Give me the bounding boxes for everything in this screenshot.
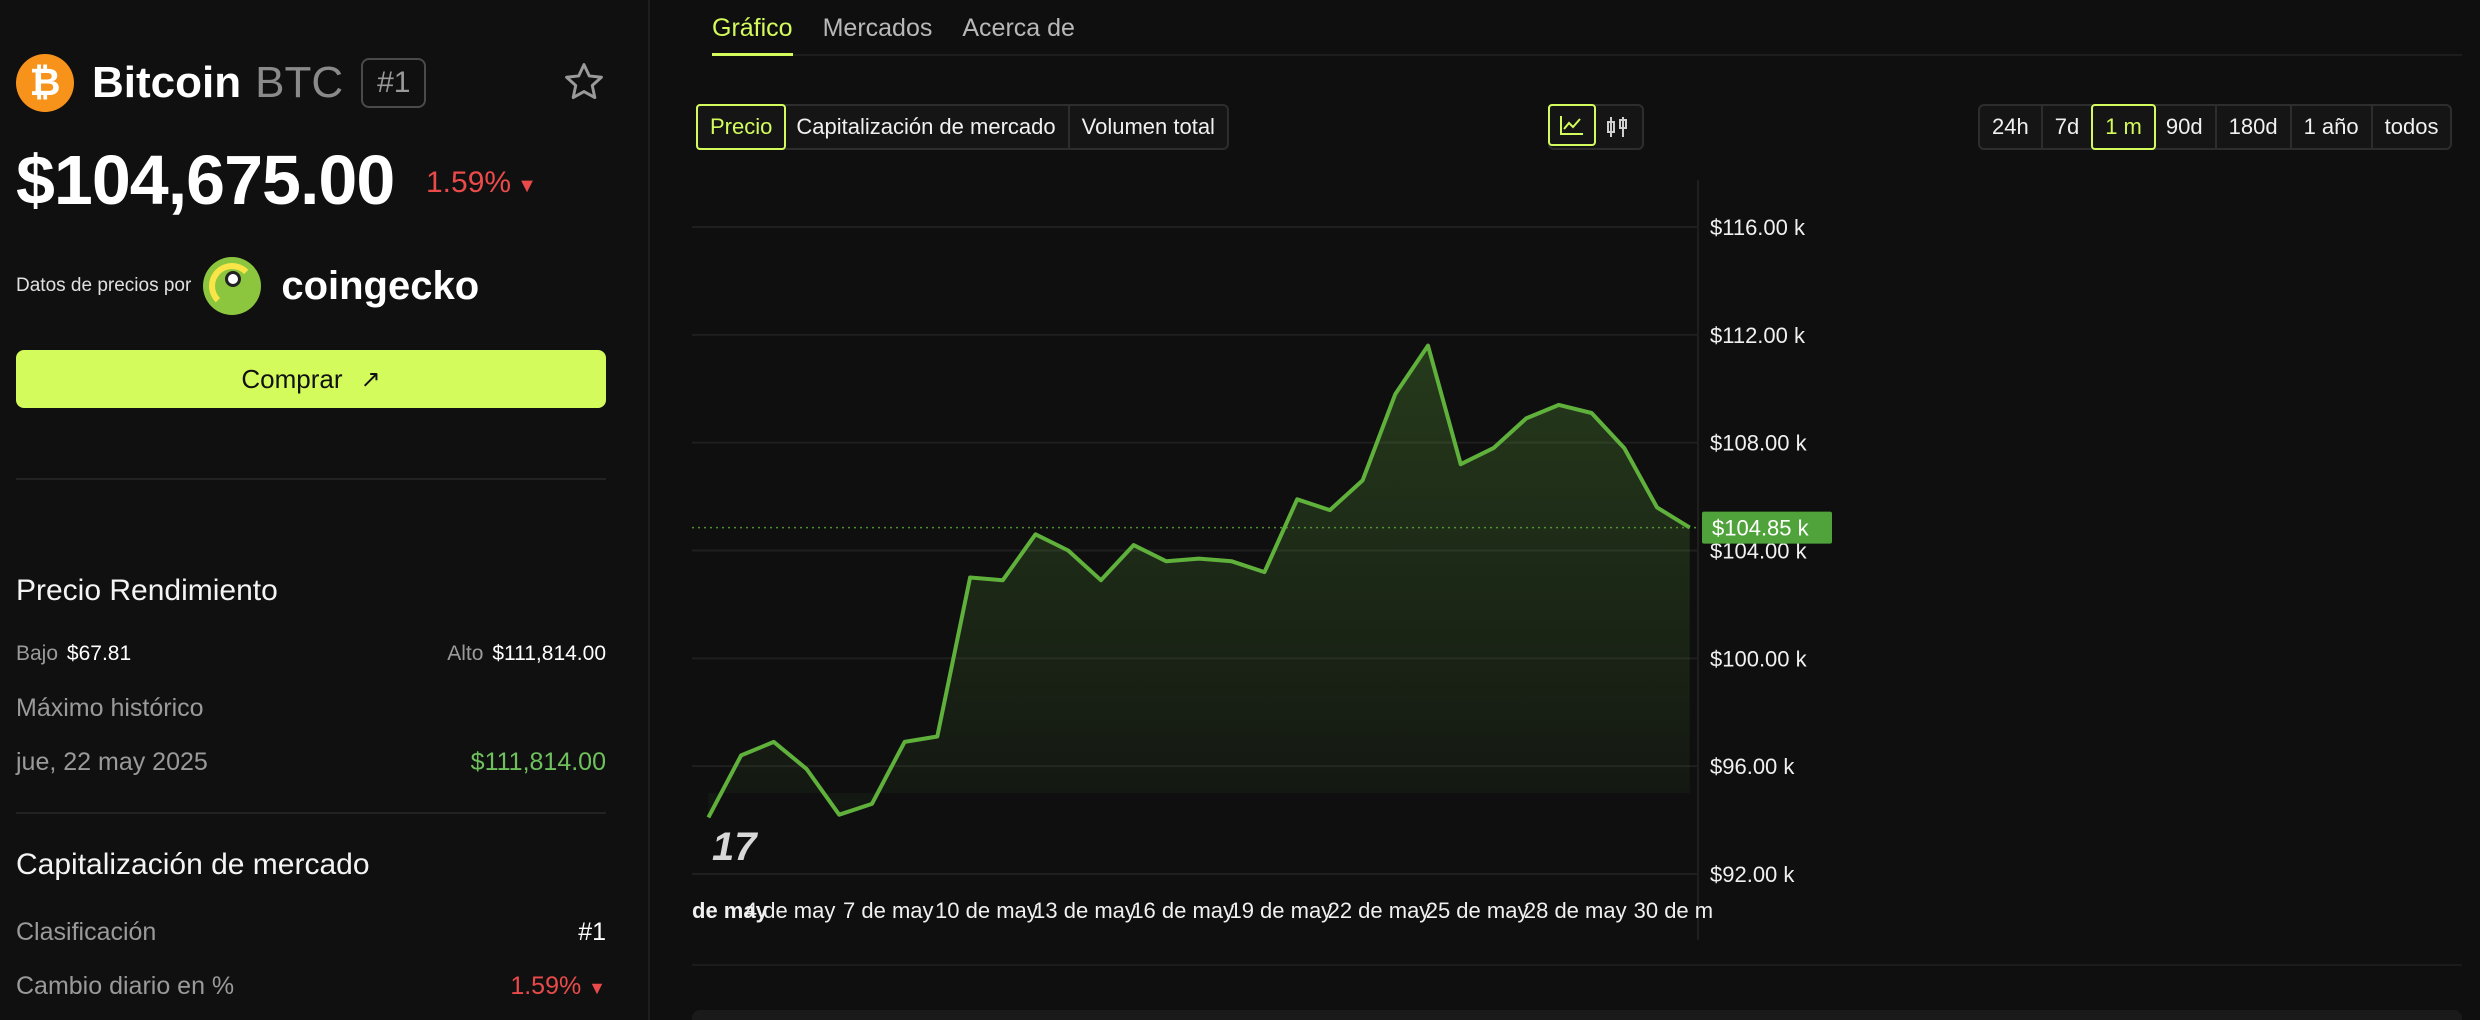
metric-selector: Precio Capitalización de mercado Volumen… [696,104,1229,150]
range-1m-button[interactable]: 1 m [2091,104,2156,150]
x-tick-label: 19 de may [1229,898,1332,923]
range-1y-button[interactable]: 1 año [2292,106,2373,148]
x-tick-label: 10 de may [935,898,1038,923]
divider [16,812,606,814]
metric-volume-button[interactable]: Volumen total [1070,106,1227,148]
ath-date: jue, 22 may 2025 [16,748,208,776]
range-180d-button[interactable]: 180d [2217,106,2292,148]
rank-value: #1 [578,918,606,946]
low-label: Bajo [16,642,59,665]
range-24h-button[interactable]: 24h [1980,106,2043,148]
time-range-selector: 24h 7d 1 m 90d 180d 1 año todos [1978,104,2453,150]
y-tick-label: $100.00 k [1710,646,1808,671]
rank-badge: #1 [361,58,427,108]
y-tick-label: $108.00 k [1710,431,1808,456]
chart-panel: Gráfico Mercados Acerca de Precio Capita… [652,0,2480,1020]
low-high-row: Bajo $67.81 Alto $111,814.00 [16,642,606,666]
divider [16,478,606,480]
y-tick-label: $92.00 k [1710,862,1795,887]
price-source: Datos de precios por coingecko [16,256,479,316]
coin-header: ₿ Bitcoin BTC #1 [16,54,427,112]
ath-row: jue, 22 may 2025 $111,814.00 [16,748,606,777]
x-tick-label: 28 de may [1524,898,1627,923]
down-arrow-icon: ▼ [517,175,537,197]
tradingview-logo-icon: 17 [712,825,758,869]
low-value: $67.81 [66,642,132,665]
range-7d-button[interactable]: 7d [2043,106,2094,148]
coin-name: Bitcoin [92,58,242,107]
daily-change-value: 1.59% ▼ [510,972,606,1001]
x-tick-label: 7 de may [843,898,934,923]
tab-markets[interactable]: Mercados [823,0,933,56]
daily-change-row: Cambio diario en % 1.59% ▼ [16,972,606,1001]
tab-chart[interactable]: Gráfico [712,0,793,56]
chart-mode-selector [1548,104,1644,150]
x-tick-label: 25 de may [1426,898,1529,923]
market-cap-title: Capitalización de mercado [16,848,370,881]
range-all-button[interactable]: todos [2373,106,2451,148]
y-tick-label: $96.00 k [1710,754,1795,779]
down-arrow-icon: ▼ [588,978,606,998]
rank-label: Clasificación [16,918,157,946]
metric-market-cap-button[interactable]: Capitalización de mercado [784,106,1070,148]
price-chart[interactable]: $116.00 k$112.00 k$108.00 k$104.00 k$100… [692,180,2462,940]
x-tick-label: 22 de may [1328,898,1431,923]
price-change: 1.59% ▼ [426,166,537,200]
current-price-label: $104.85 k [1712,516,1810,541]
ath-label: Máximo histórico [16,694,204,722]
coin-symbol: BTC [255,58,344,107]
divider [692,964,2462,966]
y-tick-label: $116.00 k [1710,215,1806,240]
line-chart-icon [1560,116,1583,135]
buy-button[interactable]: Comprar ↗ [16,350,606,408]
candlestick-button[interactable] [1594,106,1642,148]
x-tick-label: 13 de may [1033,898,1136,923]
high-value: $111,814.00 [492,642,606,665]
x-tick-label: 30 de m [1634,898,1714,923]
buy-button-label: Comprar [241,363,343,394]
high-label: Alto [447,642,484,665]
coingecko-wordmark[interactable]: coingecko [281,264,479,309]
x-tick-label: 16 de may [1131,898,1234,923]
x-tick-label: 4 de may [745,898,836,923]
coin-sidebar: ₿ Bitcoin BTC #1 $104,675.00 1.59% ▼ Dato… [0,0,650,1020]
performance-title: Precio Rendimiento [16,574,278,607]
range-90d-button[interactable]: 90d [2154,106,2217,148]
metric-price-button[interactable]: Precio [696,104,787,150]
y-tick-label: $112.00 k [1710,323,1806,348]
external-arrow-icon: ↗ [360,365,381,393]
candlestick-icon [1607,117,1627,137]
daily-change-number: 1.59% [510,972,582,1000]
current-price: $104,675.00 [16,141,395,219]
line-chart-button[interactable] [1548,104,1596,146]
star-icon[interactable] [562,60,606,104]
bitcoin-logo-icon: ₿ [16,54,74,112]
source-label: Datos de precios por [16,275,192,296]
coingecko-logo-icon [203,257,262,315]
price-area [708,345,1690,818]
rank-row: Clasificación #1 [16,918,606,947]
ath-value: $111,814.00 [470,748,606,776]
tab-bar: Gráfico Mercados Acerca de [712,0,2462,56]
bottom-panel-edge [692,1010,2462,1020]
tab-about[interactable]: Acerca de [962,0,1075,56]
daily-change-label: Cambio diario en % [16,972,235,1000]
price-change-value: 1.59% [426,166,512,199]
